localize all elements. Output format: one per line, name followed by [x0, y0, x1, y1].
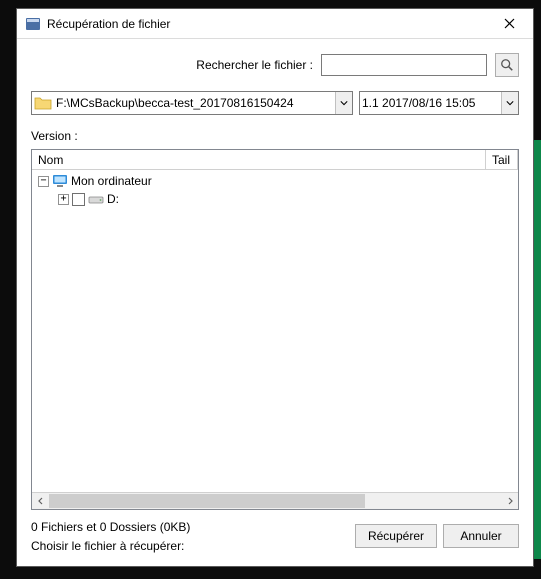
- client-area: Rechercher le fichier : F:\MCsBackup\bec…: [17, 39, 533, 566]
- path-combo[interactable]: F:\MCsBackup\becca-test_20170816150424: [31, 91, 353, 115]
- recover-button[interactable]: Récupérer: [355, 524, 437, 548]
- hint-text: Choisir le fichier à récupérer:: [31, 537, 347, 556]
- search-row: Rechercher le fichier :: [31, 53, 519, 77]
- checkbox[interactable]: [72, 193, 85, 206]
- drive-icon: [88, 191, 104, 207]
- app-icon: [25, 16, 41, 32]
- scroll-right-button[interactable]: [501, 493, 518, 509]
- path-row: F:\MCsBackup\becca-test_20170816150424 1…: [31, 91, 519, 115]
- path-combo-text: F:\MCsBackup\becca-test_20170816150424: [56, 96, 335, 110]
- chevron-down-icon[interactable]: [335, 92, 352, 114]
- tree-row-drive[interactable]: + D:: [32, 190, 518, 208]
- search-button[interactable]: [495, 53, 519, 77]
- footer-info: 0 Fichiers et 0 Dossiers (0KB) Choisir l…: [31, 518, 347, 556]
- list-body[interactable]: − Mon ordinateur + D:: [32, 170, 518, 492]
- chevron-down-icon[interactable]: [501, 92, 518, 114]
- cancel-button[interactable]: Annuler: [443, 524, 519, 548]
- tree-row-root[interactable]: − Mon ordinateur: [32, 172, 518, 190]
- scroll-left-button[interactable]: [32, 493, 49, 509]
- collapse-icon[interactable]: −: [38, 176, 49, 187]
- horizontal-scrollbar[interactable]: [32, 492, 518, 509]
- scroll-track[interactable]: [49, 493, 501, 509]
- summary-text: 0 Fichiers et 0 Dossiers (0KB): [31, 518, 347, 537]
- dialog-window: Récupération de fichier Rechercher le fi…: [16, 8, 534, 567]
- window-title: Récupération de fichier: [47, 17, 489, 31]
- footer: 0 Fichiers et 0 Dossiers (0KB) Choisir l…: [31, 518, 519, 556]
- version-combo[interactable]: 1.1 2017/08/16 15:05: [359, 91, 519, 115]
- title-bar: Récupération de fichier: [17, 9, 533, 39]
- version-label: Version :: [31, 129, 519, 143]
- search-label: Rechercher le fichier :: [196, 58, 313, 72]
- scroll-thumb[interactable]: [49, 494, 365, 508]
- tree-label: D:: [107, 192, 119, 206]
- tree-label: Mon ordinateur: [71, 174, 152, 188]
- close-button[interactable]: [489, 10, 529, 38]
- column-name[interactable]: Nom: [32, 150, 486, 169]
- version-combo-text: 1.1 2017/08/16 15:05: [362, 96, 501, 110]
- list-header: Nom Tail: [32, 150, 518, 170]
- search-input[interactable]: [321, 54, 487, 76]
- expand-icon[interactable]: +: [58, 194, 69, 205]
- file-list: Nom Tail − Mon ordinateur + D:: [31, 149, 519, 510]
- background-accent: [533, 140, 541, 559]
- footer-buttons: Récupérer Annuler: [355, 524, 519, 548]
- computer-icon: [52, 173, 68, 189]
- column-size[interactable]: Tail: [486, 150, 518, 169]
- folder-icon: [34, 94, 52, 112]
